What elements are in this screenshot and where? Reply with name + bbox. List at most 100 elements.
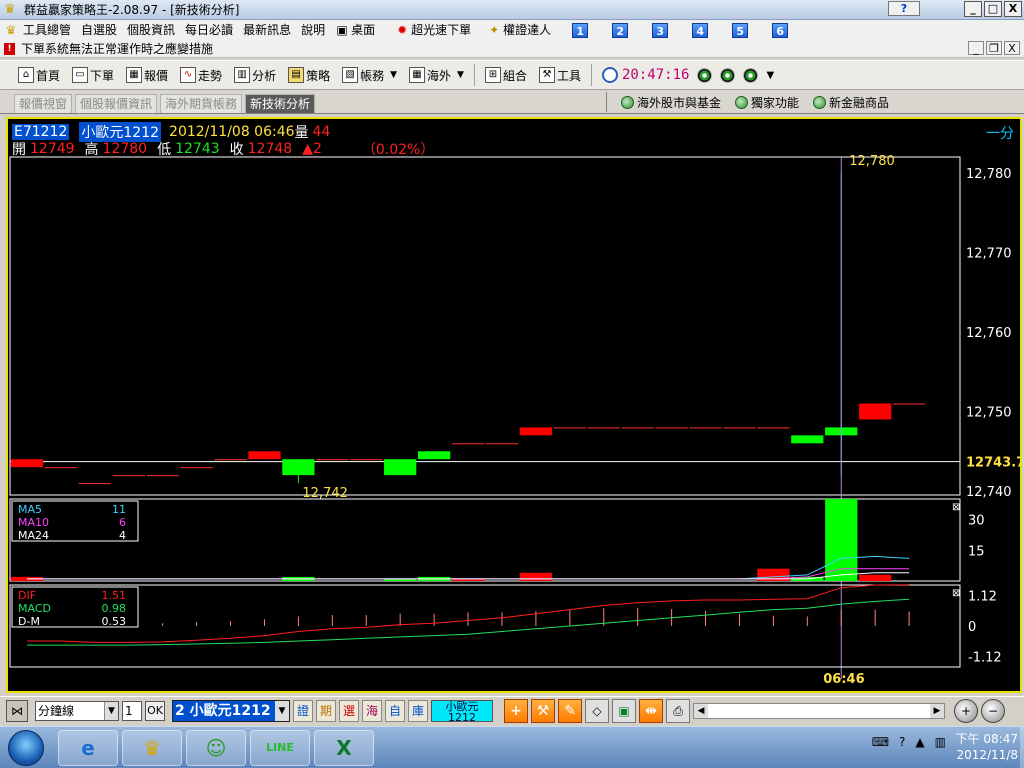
eraser-icon[interactable]: ◇	[585, 698, 609, 723]
menu-stock-info[interactable]: 個股資訊	[122, 20, 180, 40]
filter-futures[interactable]: 期	[316, 699, 336, 722]
green-dot-icon[interactable]	[697, 67, 713, 83]
trend-button[interactable]: ∿ 走勢	[174, 64, 228, 86]
symbol-select[interactable]: 2 小歐元1212 ▼	[172, 699, 290, 722]
system-clock[interactable]: 下午 08:47 2012/11/8	[956, 731, 1018, 763]
ok-button[interactable]: OK	[145, 700, 165, 721]
mdi-restore-button[interactable]: ❐	[986, 41, 1002, 55]
tab-new-technical-analysis[interactable]: 新技術分析	[245, 94, 316, 113]
chart-scrollbar[interactable]: ◀ ▶	[693, 702, 945, 719]
account-button[interactable]: ▧ 帳務 ▼	[336, 64, 403, 86]
quote-button[interactable]: ▦ 報價	[120, 64, 174, 86]
interval-select[interactable]: 分鐘線 ▼	[35, 700, 119, 721]
pencil-icon[interactable]: ✎	[558, 698, 582, 723]
excel-export-icon[interactable]: ▣	[612, 698, 636, 723]
overseas-button[interactable]: ▦ 海外 ▼	[403, 64, 470, 86]
menu-desktop[interactable]: ▣ 桌面	[330, 20, 380, 40]
help-button[interactable]: ?	[888, 1, 920, 16]
volume-pane: 30 15 MA5 11 MA10 6 MA24 4 ⊠	[9, 498, 985, 582]
count-input[interactable]: 1	[122, 700, 142, 721]
analysis-button[interactable]: ▥ 分析	[228, 64, 282, 86]
layout-2-button[interactable]: 2	[612, 22, 629, 38]
menu-tool-manager[interactable]: 工具總管	[18, 20, 76, 40]
filter-securities[interactable]: 證	[293, 699, 313, 722]
help-tray-icon[interactable]: ?	[899, 735, 905, 749]
minimize-button[interactable]: _	[964, 1, 982, 17]
tab-quote-window[interactable]: 報價視窗	[14, 94, 73, 113]
network-icon[interactable]: ▥	[935, 735, 946, 749]
excel-app-icon[interactable]: X	[314, 729, 374, 766]
link-new-financial-products[interactable]: 新金融商品	[813, 94, 889, 111]
volume-legend-value: 4	[119, 529, 126, 542]
clock[interactable]: 20:47:16	[602, 67, 689, 83]
layout-1-button[interactable]: 1	[572, 22, 589, 38]
printer-icon[interactable]: ⎙	[666, 698, 690, 723]
line-app-icon[interactable]: LINE	[250, 729, 310, 766]
layout-4-button[interactable]: 4	[692, 22, 709, 38]
green-dot-icon[interactable]	[720, 67, 736, 83]
start-button[interactable]	[8, 729, 44, 766]
folder-icon: ▤	[288, 67, 305, 83]
tray-arrow-icon[interactable]: ▲	[915, 735, 924, 749]
wrench-icon[interactable]: ⚒	[531, 698, 555, 723]
scroll-left-icon[interactable]: ◀	[694, 703, 708, 718]
combo-button[interactable]: ⊞ 組合	[479, 64, 533, 86]
layout-6-button[interactable]: 6	[772, 22, 789, 38]
collapse-icon[interactable]: ⋈	[6, 699, 28, 722]
star-badge-icon: ✹	[397, 23, 408, 37]
filter-inventory[interactable]: 庫	[408, 699, 428, 722]
layout-5-button[interactable]: 5	[732, 22, 749, 38]
strategy-label: 策略	[306, 68, 331, 83]
chart-panel[interactable]: E71212 小歐元1212 2012/11/08 06:46 量 44 開 1…	[6, 117, 1022, 693]
link-exclusive-features[interactable]: 獨家功能	[735, 94, 799, 111]
green-dot-icon[interactable]	[743, 67, 759, 83]
candle-body	[384, 459, 417, 476]
system-time: 下午 08:47	[955, 732, 1018, 746]
messenger-app-icon[interactable]: ☺	[186, 729, 246, 766]
macd-legend-name: D-M	[18, 615, 40, 628]
range-icon[interactable]: ⇹	[639, 698, 663, 723]
tools-icon: ⚒	[538, 67, 555, 83]
filter-custom[interactable]: 自	[385, 699, 405, 722]
volume-legend-value: 11	[112, 503, 126, 516]
tab-overseas-futures-account[interactable]: 海外期貨帳務	[160, 94, 243, 113]
ie-app-icon[interactable]: e	[58, 729, 118, 766]
volume-tick-label: 15	[968, 544, 985, 559]
tools-button[interactable]: ⚒ 工具	[533, 64, 587, 86]
maximize-button[interactable]: □	[984, 1, 1002, 17]
scroll-right-icon[interactable]: ▶	[930, 703, 944, 718]
mdi-close-button[interactable]: X	[1004, 41, 1020, 55]
menu-fast-order[interactable]: ✹ 超光速下單	[390, 20, 476, 40]
menu-help[interactable]: 說明	[296, 20, 330, 40]
chevron-down-icon[interactable]: ▼	[766, 70, 774, 81]
show-desktop-button[interactable]	[1020, 727, 1024, 768]
filter-overseas[interactable]: 海	[362, 699, 382, 722]
menu-daily-reading[interactable]: 每日必讀	[180, 20, 238, 40]
order-button[interactable]: ▭ 下單	[66, 64, 120, 86]
grid-icon: ▦	[126, 67, 143, 83]
menu-latest-news[interactable]: 最新訊息	[238, 20, 296, 40]
ledger-icon: ▧	[342, 67, 359, 83]
zoom-out-icon[interactable]: −	[981, 698, 1005, 723]
menu-watchlist[interactable]: 自選股	[76, 20, 122, 40]
menu-warrant[interactable]: ✦ 權證達人	[482, 20, 556, 40]
menu-desktop-label: 桌面	[351, 23, 376, 37]
notice-link[interactable]: 下單系統無法正常運作時之應變措施	[21, 40, 213, 57]
globe-icon	[813, 95, 827, 109]
overseas-icon: ▦	[409, 67, 426, 83]
layout-3-button[interactable]: 3	[652, 22, 669, 38]
mdi-minimize-button[interactable]: _	[968, 41, 984, 55]
home-button[interactable]: ⌂ 首頁	[12, 64, 66, 86]
zoom-in-icon[interactable]: +	[954, 698, 978, 723]
keyboard-icon[interactable]: ⌨	[872, 735, 889, 749]
crosshair-button[interactable]: +	[504, 698, 528, 723]
price-tick-label: 12,740	[966, 485, 1012, 500]
link-label: 獨家功能	[751, 95, 800, 110]
crown-app-icon[interactable]: ♛	[122, 729, 182, 766]
link-overseas-stocks-funds[interactable]: 海外股市與基金	[621, 94, 721, 111]
filter-options[interactable]: 選	[339, 699, 359, 722]
strategy-button[interactable]: ▤ 策略	[282, 64, 336, 86]
candle-body	[757, 427, 790, 429]
tab-stock-quote-info[interactable]: 個股報價資訊	[75, 94, 158, 113]
close-button[interactable]: X	[1004, 1, 1022, 17]
